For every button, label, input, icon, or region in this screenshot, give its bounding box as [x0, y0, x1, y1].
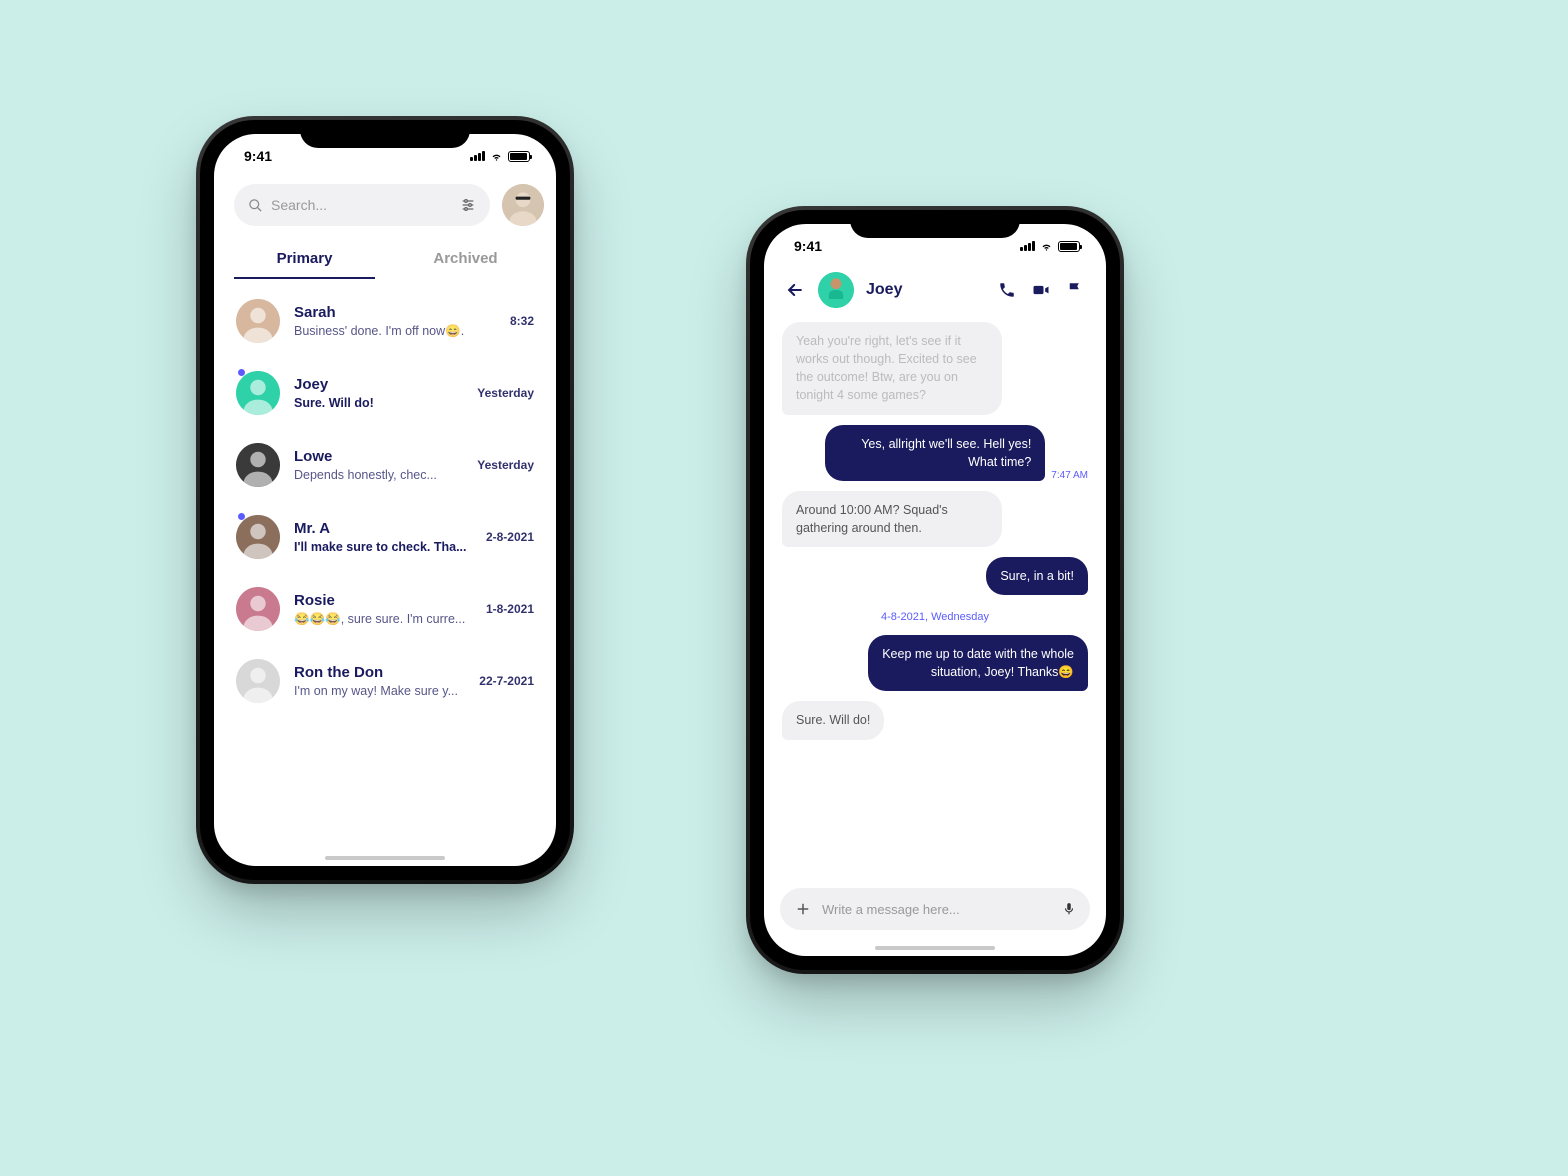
mic-icon[interactable] — [1062, 900, 1076, 918]
message-sent: Keep me up to date with the whole situat… — [868, 635, 1088, 691]
contact-avatar — [236, 371, 280, 415]
contact-avatar[interactable] — [818, 272, 854, 308]
conversation-list[interactable]: Sarah Business' done. I'm off now😄. 8:32… — [214, 279, 556, 866]
contact-avatar — [236, 299, 280, 343]
contact-name: Ron the Don — [294, 664, 465, 681]
contact-avatar — [236, 515, 280, 559]
contact-name: Mr. A — [294, 520, 472, 537]
message-preview: Depends honestly, chec... — [294, 468, 463, 482]
status-time: 9:41 — [794, 238, 822, 254]
flag-button[interactable] — [1064, 279, 1086, 301]
message-input[interactable] — [822, 902, 1052, 917]
notch — [850, 210, 1020, 238]
contact-name: Joey — [866, 281, 984, 299]
contact-name: Joey — [294, 376, 463, 393]
conversation-row[interactable]: Lowe Depends honestly, chec... Yesterday — [214, 429, 556, 501]
phone-chat: 9:41 Joey Yeah yo — [750, 210, 1120, 970]
tab-primary[interactable]: Primary — [224, 240, 385, 279]
contact-avatar — [236, 587, 280, 631]
wifi-icon — [489, 151, 504, 162]
message-list[interactable]: Yeah you're right, let's see if it works… — [764, 318, 1106, 888]
message-time: Yesterday — [477, 386, 534, 400]
message-composer[interactable] — [780, 888, 1090, 930]
contact-avatar — [236, 443, 280, 487]
message-received: Yeah you're right, let's see if it works… — [782, 322, 1002, 415]
conversation-row[interactable]: Mr. A I'll make sure to check. Tha... 2-… — [214, 501, 556, 573]
message-preview: Business' done. I'm off now😄. — [294, 324, 496, 339]
conversation-row[interactable]: Joey Sure. Will do! Yesterday — [214, 357, 556, 429]
unread-indicator — [238, 369, 245, 376]
plus-icon[interactable] — [794, 900, 812, 918]
signal-icon — [1020, 241, 1035, 251]
message-received: Around 10:00 AM? Squad's gathering aroun… — [782, 491, 1002, 547]
message-time: 22-7-2021 — [479, 674, 534, 688]
message-preview: I'll make sure to check. Tha... — [294, 540, 472, 554]
conversation-row[interactable]: Sarah Business' done. I'm off now😄. 8:32 — [214, 285, 556, 357]
message-sent: Sure, in a bit! — [986, 557, 1088, 595]
message-sent: Yes, allright we'll see. Hell yes! What … — [825, 425, 1045, 481]
profile-avatar[interactable] — [502, 184, 544, 226]
wifi-icon — [1039, 241, 1054, 252]
conversation-row[interactable]: Ron the Don I'm on my way! Make sure y..… — [214, 645, 556, 717]
search-input[interactable] — [234, 184, 490, 226]
conversation-row[interactable]: Rosie 😂😂😂, sure sure. I'm curre... 1-8-2… — [214, 573, 556, 645]
phone-inbox: 9:41 Primary Archived — [200, 120, 570, 880]
unread-indicator — [238, 513, 245, 520]
message-timestamp: 7:47 AM — [1051, 470, 1088, 481]
call-button[interactable] — [996, 279, 1018, 301]
filter-icon[interactable] — [460, 197, 476, 213]
contact-avatar — [236, 659, 280, 703]
home-indicator — [325, 856, 445, 860]
message-time: Yesterday — [477, 458, 534, 472]
message-time: 8:32 — [510, 314, 534, 328]
video-call-button[interactable] — [1030, 279, 1052, 301]
contact-name: Sarah — [294, 304, 496, 321]
message-time: 1-8-2021 — [486, 602, 534, 616]
contact-name: Lowe — [294, 448, 463, 465]
search-field[interactable] — [271, 197, 452, 213]
message-time: 2-8-2021 — [486, 530, 534, 544]
message-received: Sure. Will do! — [782, 701, 884, 739]
home-indicator — [875, 946, 995, 950]
date-separator: 4-8-2021, Wednesday — [782, 605, 1088, 625]
back-button[interactable] — [784, 279, 806, 301]
contact-name: Rosie — [294, 592, 472, 609]
tab-archived[interactable]: Archived — [385, 240, 546, 279]
status-time: 9:41 — [244, 148, 272, 164]
battery-icon — [1058, 241, 1080, 252]
message-preview: 😂😂😂, sure sure. I'm curre... — [294, 612, 472, 627]
signal-icon — [470, 151, 485, 161]
battery-icon — [508, 151, 530, 162]
search-icon — [248, 198, 263, 213]
message-preview: I'm on my way! Make sure y... — [294, 684, 465, 698]
message-preview: Sure. Will do! — [294, 396, 463, 410]
notch — [300, 120, 470, 148]
